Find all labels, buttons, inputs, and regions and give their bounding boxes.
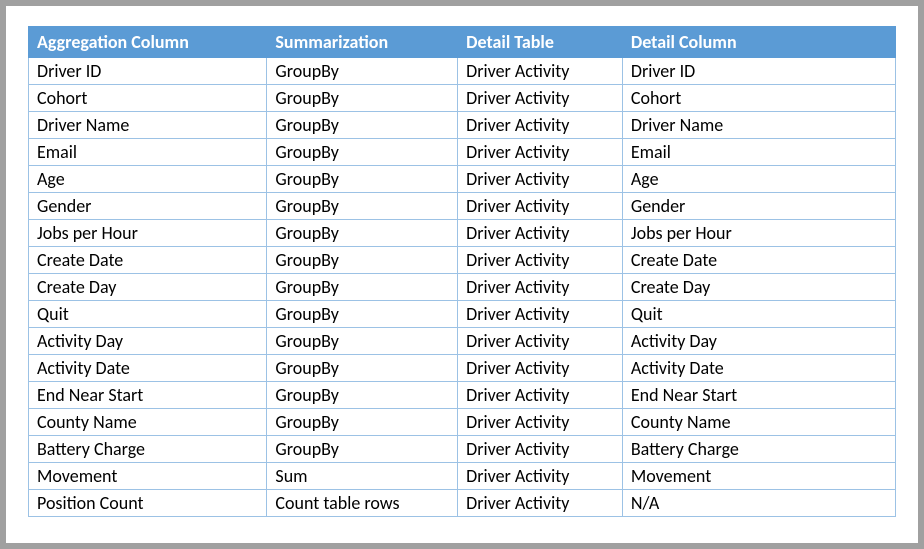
cell-detail-table: Driver Activity [458, 166, 623, 193]
cell-detail-column: Activity Date [622, 355, 895, 382]
cell-summarization: GroupBy [267, 301, 458, 328]
table-row: County NameGroupByDriver ActivityCounty … [29, 409, 896, 436]
cell-detail-column: Cohort [622, 85, 895, 112]
cell-detail-table: Driver Activity [458, 247, 623, 274]
cell-detail-column: Create Day [622, 274, 895, 301]
cell-aggregation-column: Jobs per Hour [29, 220, 267, 247]
cell-summarization: GroupBy [267, 328, 458, 355]
cell-aggregation-column: Create Date [29, 247, 267, 274]
cell-detail-table: Driver Activity [458, 328, 623, 355]
table-row: QuitGroupByDriver ActivityQuit [29, 301, 896, 328]
cell-detail-table: Driver Activity [458, 85, 623, 112]
cell-aggregation-column: Create Day [29, 274, 267, 301]
header-detail-column: Detail Column [622, 27, 895, 58]
cell-summarization: GroupBy [267, 436, 458, 463]
cell-summarization: GroupBy [267, 139, 458, 166]
header-summarization: Summarization [267, 27, 458, 58]
cell-detail-table: Driver Activity [458, 220, 623, 247]
cell-summarization: GroupBy [267, 58, 458, 85]
table-row: MovementSumDriver ActivityMovement [29, 463, 896, 490]
cell-aggregation-column: Movement [29, 463, 267, 490]
cell-aggregation-column: Driver ID [29, 58, 267, 85]
table-row: Position CountCount table rowsDriver Act… [29, 490, 896, 517]
cell-detail-column: Activity Day [622, 328, 895, 355]
cell-summarization: GroupBy [267, 112, 458, 139]
cell-aggregation-column: End Near Start [29, 382, 267, 409]
cell-aggregation-column: Quit [29, 301, 267, 328]
table-row: Activity DayGroupByDriver ActivityActivi… [29, 328, 896, 355]
table-row: EmailGroupByDriver ActivityEmail [29, 139, 896, 166]
table-row: Jobs per HourGroupByDriver ActivityJobs … [29, 220, 896, 247]
cell-detail-table: Driver Activity [458, 463, 623, 490]
cell-aggregation-column: Position Count [29, 490, 267, 517]
table-row: Create DayGroupByDriver ActivityCreate D… [29, 274, 896, 301]
cell-detail-column: Driver ID [622, 58, 895, 85]
cell-summarization: Count table rows [267, 490, 458, 517]
cell-aggregation-column: Gender [29, 193, 267, 220]
cell-detail-column: Age [622, 166, 895, 193]
cell-detail-column: Gender [622, 193, 895, 220]
cell-detail-table: Driver Activity [458, 490, 623, 517]
cell-detail-column: N/A [622, 490, 895, 517]
cell-summarization: GroupBy [267, 220, 458, 247]
table-row: Battery ChargeGroupByDriver ActivityBatt… [29, 436, 896, 463]
cell-summarization: GroupBy [267, 193, 458, 220]
cell-summarization: GroupBy [267, 409, 458, 436]
table-header-row: Aggregation Column Summarization Detail … [29, 27, 896, 58]
header-detail-table: Detail Table [458, 27, 623, 58]
table-row: Create DateGroupByDriver ActivityCreate … [29, 247, 896, 274]
header-aggregation-column: Aggregation Column [29, 27, 267, 58]
cell-summarization: GroupBy [267, 85, 458, 112]
cell-detail-column: Battery Charge [622, 436, 895, 463]
cell-detail-column: Driver Name [622, 112, 895, 139]
cell-detail-table: Driver Activity [458, 301, 623, 328]
cell-detail-table: Driver Activity [458, 409, 623, 436]
aggregation-mapping-table: Aggregation Column Summarization Detail … [28, 26, 896, 517]
cell-detail-table: Driver Activity [458, 58, 623, 85]
cell-detail-table: Driver Activity [458, 139, 623, 166]
cell-aggregation-column: County Name [29, 409, 267, 436]
cell-detail-column: Jobs per Hour [622, 220, 895, 247]
table-row: Driver NameGroupByDriver ActivityDriver … [29, 112, 896, 139]
cell-summarization: Sum [267, 463, 458, 490]
cell-detail-table: Driver Activity [458, 274, 623, 301]
cell-detail-column: Movement [622, 463, 895, 490]
cell-detail-table: Driver Activity [458, 112, 623, 139]
table-row: GenderGroupByDriver ActivityGender [29, 193, 896, 220]
cell-aggregation-column: Driver Name [29, 112, 267, 139]
cell-aggregation-column: Activity Date [29, 355, 267, 382]
cell-aggregation-column: Activity Day [29, 328, 267, 355]
cell-detail-column: Email [622, 139, 895, 166]
cell-aggregation-column: Email [29, 139, 267, 166]
page-container: Aggregation Column Summarization Detail … [6, 6, 918, 543]
cell-aggregation-column: Cohort [29, 85, 267, 112]
table-row: Driver IDGroupByDriver ActivityDriver ID [29, 58, 896, 85]
cell-detail-column: County Name [622, 409, 895, 436]
cell-summarization: GroupBy [267, 274, 458, 301]
cell-summarization: GroupBy [267, 355, 458, 382]
cell-detail-column: Quit [622, 301, 895, 328]
table-row: End Near StartGroupByDriver ActivityEnd … [29, 382, 896, 409]
table-row: AgeGroupByDriver ActivityAge [29, 166, 896, 193]
cell-detail-table: Driver Activity [458, 436, 623, 463]
cell-summarization: GroupBy [267, 247, 458, 274]
cell-detail-table: Driver Activity [458, 355, 623, 382]
cell-detail-column: End Near Start [622, 382, 895, 409]
table-row: Activity DateGroupByDriver ActivityActiv… [29, 355, 896, 382]
table-row: CohortGroupByDriver ActivityCohort [29, 85, 896, 112]
cell-detail-table: Driver Activity [458, 193, 623, 220]
cell-detail-table: Driver Activity [458, 382, 623, 409]
cell-aggregation-column: Age [29, 166, 267, 193]
cell-detail-column: Create Date [622, 247, 895, 274]
cell-summarization: GroupBy [267, 382, 458, 409]
cell-aggregation-column: Battery Charge [29, 436, 267, 463]
cell-summarization: GroupBy [267, 166, 458, 193]
